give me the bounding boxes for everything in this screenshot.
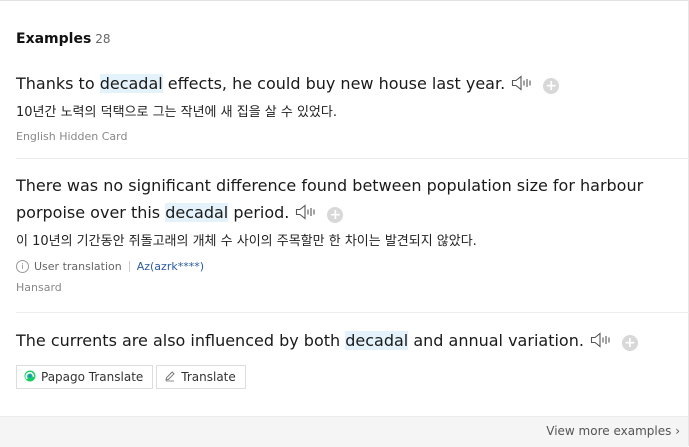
- example-item: The currents are also influenced by both…: [16, 327, 676, 389]
- highlighted-word: decadal: [345, 331, 409, 350]
- example-sentence: The currents are also influenced by both…: [16, 327, 676, 357]
- example-source: English Hidden Card: [16, 130, 128, 143]
- user-translation-label: User translation: [34, 260, 122, 273]
- example-source: Hansard: [16, 281, 62, 294]
- user-name-link[interactable]: Az(azrk****): [137, 260, 204, 273]
- footer-bar: View more examples ›: [0, 416, 688, 447]
- example-sentence: Thanks to decadal effects, he could buy …: [16, 70, 676, 100]
- papago-translate-button[interactable]: Papago Translate: [16, 365, 154, 389]
- example-item: Thanks to decadal effects, he could buy …: [16, 70, 676, 143]
- divider: [16, 158, 689, 159]
- sentence-text: The currents are also influenced by both: [16, 331, 346, 350]
- user-translation-info: i User translation Az(azrk****): [16, 260, 676, 273]
- sentence-text: effects, he could buy new house last yea…: [162, 74, 506, 93]
- papago-translate-label: Papago Translate: [41, 370, 144, 384]
- plus-circle-icon[interactable]: +: [543, 78, 560, 94]
- speaker-icon[interactable]: [590, 330, 612, 357]
- view-more-examples-link[interactable]: View more examples ›: [546, 424, 680, 438]
- view-more-label: View more examples: [546, 424, 672, 438]
- examples-count: 28: [95, 32, 111, 46]
- papago-logo-icon: [24, 370, 36, 385]
- translate-label: Translate: [181, 370, 236, 384]
- top-border: [0, 0, 689, 1]
- plus-circle-icon[interactable]: +: [621, 335, 638, 351]
- examples-header: Examples 28: [16, 31, 111, 47]
- example-sentence: There was no significant difference foun…: [16, 172, 676, 229]
- korean-translation: 이 10년의 기간동안 쥐돌고래의 개체 수 사이의 주목할만 한 차이는 발견…: [16, 234, 477, 249]
- example-item: There was no significant difference foun…: [16, 172, 676, 294]
- speaker-icon[interactable]: [295, 202, 317, 229]
- translate-buttons: Papago Translate Translate: [16, 365, 676, 389]
- separator: [128, 261, 130, 272]
- speaker-icon[interactable]: [511, 73, 533, 100]
- highlighted-word: decadal: [99, 74, 163, 93]
- info-icon: i: [16, 260, 29, 273]
- plus-circle-icon[interactable]: +: [327, 207, 344, 223]
- divider: [16, 312, 689, 313]
- translate-button[interactable]: Translate: [156, 365, 246, 389]
- examples-title: Examples: [16, 31, 92, 47]
- pencil-icon: [164, 370, 176, 385]
- sentence-text: Thanks to: [16, 74, 100, 93]
- chevron-right-icon: ›: [675, 424, 680, 438]
- highlighted-word: decadal: [165, 203, 229, 222]
- sentence-text: and annual variation.: [408, 331, 584, 350]
- sentence-text: period.: [228, 203, 290, 222]
- korean-translation: 10년간 노력의 덕택으로 그는 작년에 새 집을 살 수 있었다.: [16, 105, 337, 120]
